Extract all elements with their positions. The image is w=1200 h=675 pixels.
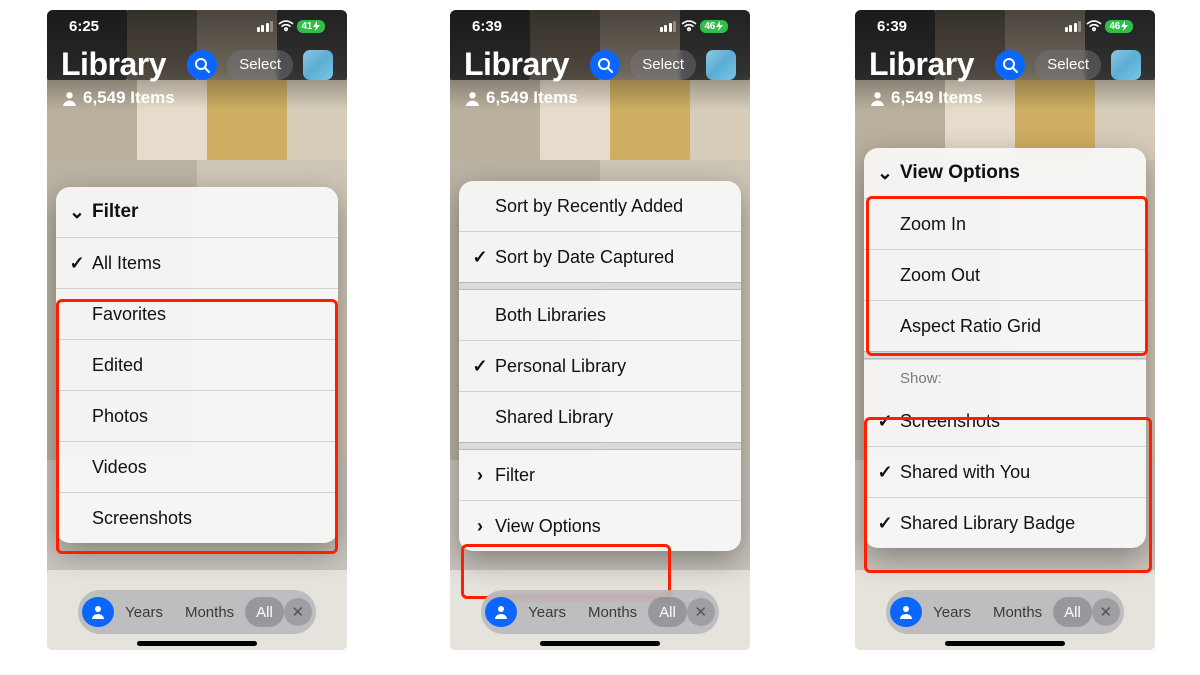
profile-button[interactable] <box>1111 50 1141 80</box>
chevron-down-icon: ⌄ <box>876 162 894 185</box>
status-bar: 6:39 46 <box>855 10 1155 42</box>
select-button[interactable]: Select <box>227 50 293 80</box>
library-header: Library Select <box>855 46 1155 83</box>
zoom-out[interactable]: Zoom Out <box>864 249 1146 300</box>
segment-all[interactable]: All <box>1053 597 1092 627</box>
cellular-icon <box>660 21 677 32</box>
show-shared-library-badge[interactable]: ✓Shared Library Badge <box>864 497 1146 548</box>
home-indicator[interactable] <box>137 641 257 646</box>
zoom-in[interactable]: Zoom In <box>864 198 1146 249</box>
search-button[interactable] <box>590 50 620 80</box>
segment-years[interactable]: Years <box>922 597 982 627</box>
check-icon: ✓ <box>471 247 489 268</box>
show-shared-with-you[interactable]: ✓Shared with You <box>864 446 1146 497</box>
segment-years[interactable]: Years <box>517 597 577 627</box>
segment-months[interactable]: Months <box>577 597 648 627</box>
chevron-right-icon: › <box>471 465 489 486</box>
people-filter-button[interactable] <box>82 597 114 627</box>
page-title: Library <box>869 46 995 83</box>
show-section-label: Show: <box>864 359 1146 396</box>
profile-button[interactable] <box>303 50 333 80</box>
options-menu: Sort by Recently Added ✓Sort by Date Cap… <box>459 181 741 551</box>
segment-months[interactable]: Months <box>982 597 1053 627</box>
select-button[interactable]: Select <box>630 50 696 80</box>
cellular-icon <box>1065 21 1082 32</box>
battery-icon: 46 <box>700 20 728 33</box>
item-count: 6,549 Items <box>61 88 175 108</box>
show-screenshots[interactable]: ✓Screenshots <box>864 396 1146 446</box>
wifi-icon <box>681 20 697 32</box>
status-bar: 6:25 41 <box>47 10 347 42</box>
people-filter-button[interactable] <box>890 597 922 627</box>
close-button[interactable]: ✕ <box>687 598 715 626</box>
filter-item-videos[interactable]: Videos <box>56 441 338 492</box>
screenshot-3: 6:39 46 Library Select 6,549 Items ⌄View… <box>855 10 1155 650</box>
chevron-right-icon: › <box>471 516 489 537</box>
screenshot-1: 6:25 41 Library Select 6,549 Items ⌄ Fil… <box>47 10 347 650</box>
wifi-icon <box>278 20 294 32</box>
sort-recently-added[interactable]: Sort by Recently Added <box>459 181 741 231</box>
item-count: 6,549 Items <box>869 88 983 108</box>
clock: 6:25 <box>69 18 99 35</box>
segment-months[interactable]: Months <box>174 597 245 627</box>
aspect-ratio-grid[interactable]: Aspect Ratio Grid <box>864 300 1146 351</box>
segment-all[interactable]: All <box>245 597 284 627</box>
battery-icon: 46 <box>1105 20 1133 33</box>
filter-item-favorites[interactable]: Favorites <box>56 288 338 339</box>
library-header: Library Select <box>47 46 347 83</box>
bottom-toolbar: Years Months All ✕ <box>450 590 750 634</box>
search-button[interactable] <box>995 50 1025 80</box>
home-indicator[interactable] <box>945 641 1065 646</box>
filter-item-screenshots[interactable]: Screenshots <box>56 492 338 543</box>
screenshot-2: 6:39 46 Library Select 6,549 Items Sort … <box>450 10 750 650</box>
profile-button[interactable] <box>706 50 736 80</box>
personal-library[interactable]: ✓Personal Library <box>459 340 741 391</box>
page-title: Library <box>464 46 590 83</box>
close-button[interactable]: ✕ <box>284 598 312 626</box>
view-options-submenu[interactable]: ›View Options <box>459 500 741 551</box>
clock: 6:39 <box>877 18 907 35</box>
filter-menu: ⌄ Filter ✓ All Items Favorites Edited Ph… <box>56 187 338 543</box>
bottom-toolbar: Years Months All ✕ <box>47 590 347 634</box>
cellular-icon <box>257 21 274 32</box>
both-libraries[interactable]: Both Libraries <box>459 290 741 340</box>
item-count: 6,549 Items <box>464 88 578 108</box>
check-icon: ✓ <box>876 411 894 432</box>
check-icon: ✓ <box>471 356 489 377</box>
search-button[interactable] <box>187 50 217 80</box>
wifi-icon <box>1086 20 1102 32</box>
segment-years[interactable]: Years <box>114 597 174 627</box>
page-title: Library <box>61 46 187 83</box>
view-options-menu: ⌄View Options Zoom In Zoom Out Aspect Ra… <box>864 148 1146 548</box>
bottom-toolbar: Years Months All ✕ <box>855 590 1155 634</box>
segment-all[interactable]: All <box>648 597 687 627</box>
filter-item-edited[interactable]: Edited <box>56 339 338 390</box>
check-icon: ✓ <box>876 462 894 483</box>
status-bar: 6:39 46 <box>450 10 750 42</box>
sort-date-captured[interactable]: ✓Sort by Date Captured <box>459 231 741 282</box>
home-indicator[interactable] <box>540 641 660 646</box>
filter-item-photos[interactable]: Photos <box>56 390 338 441</box>
people-filter-button[interactable] <box>485 597 517 627</box>
shared-library[interactable]: Shared Library <box>459 391 741 442</box>
filter-menu-header[interactable]: ⌄ Filter <box>56 187 338 237</box>
clock: 6:39 <box>472 18 502 35</box>
close-button[interactable]: ✕ <box>1092 598 1120 626</box>
battery-icon: 41 <box>297 20 325 33</box>
filter-item-all[interactable]: ✓ All Items <box>56 237 338 288</box>
view-options-header[interactable]: ⌄View Options <box>864 148 1146 198</box>
chevron-down-icon: ⌄ <box>68 201 86 224</box>
filter-submenu[interactable]: ›Filter <box>459 450 741 500</box>
check-icon: ✓ <box>876 513 894 534</box>
library-header: Library Select <box>450 46 750 83</box>
select-button[interactable]: Select <box>1035 50 1101 80</box>
check-icon: ✓ <box>68 253 86 274</box>
